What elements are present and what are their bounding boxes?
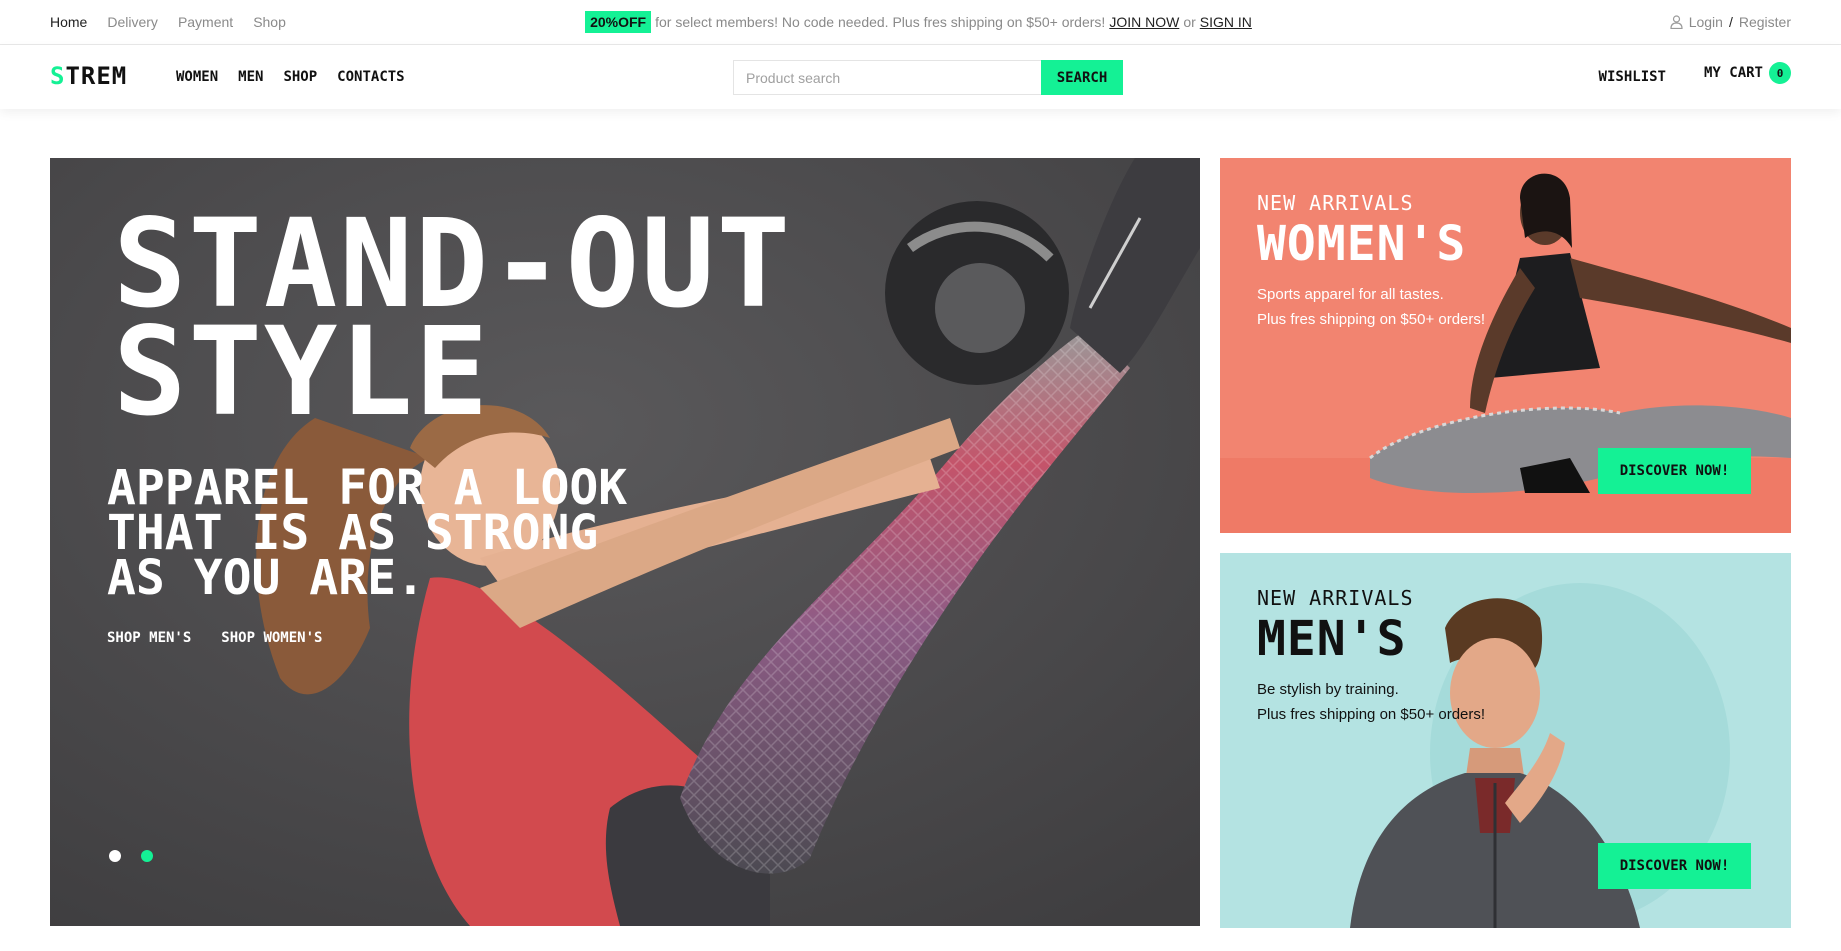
login-link[interactable]: Login xyxy=(1689,14,1723,30)
account-links: Login / Register xyxy=(1670,0,1791,44)
womens-banner: NEW ARRIVALS WOMEN'S Sports apparel for … xyxy=(1220,158,1791,533)
mens-description: Be stylish by training. Plus fres shippi… xyxy=(1257,677,1485,727)
logo-accent-letter: S xyxy=(50,62,66,90)
womens-title: WOMEN'S xyxy=(1257,216,1467,272)
promo-banner: 20%OFF for select members! No code neede… xyxy=(0,0,1841,44)
hero-subheadline: APPAREL FOR A LOOK THAT IS AS STRONG AS … xyxy=(107,464,707,606)
header-actions: WISHLIST MY CART 0 xyxy=(1599,45,1791,109)
product-search: SEARCH xyxy=(733,60,1123,95)
cart-link[interactable]: MY CART 0 xyxy=(1704,62,1791,84)
account-separator: / xyxy=(1728,14,1733,30)
sign-in-link[interactable]: SIGN IN xyxy=(1200,14,1252,30)
site-logo[interactable]: STREM xyxy=(50,62,127,90)
hero-slider: STAND-OUT STYLE APPAREL FOR A LOOK THAT … xyxy=(50,158,1200,926)
top-bar: Home Delivery Payment Shop 20%OFF for se… xyxy=(0,0,1841,45)
slider-pagination xyxy=(109,850,153,862)
cart-label: MY CART xyxy=(1703,65,1763,81)
logo-text: TREM xyxy=(65,62,128,90)
cart-count-badge: 0 xyxy=(1769,62,1791,84)
search-button[interactable]: SEARCH xyxy=(1041,60,1123,95)
nav-women[interactable]: WOMEN xyxy=(176,69,218,85)
promo-text: for select members! No code needed. Plus… xyxy=(655,14,1106,30)
main-header: STREM WOMEN MEN SHOP CONTACTS SEARCH WIS… xyxy=(0,45,1841,109)
hero-headline: STAND-OUT STYLE xyxy=(113,203,792,433)
nav-shop[interactable]: SHOP xyxy=(283,69,317,85)
mens-title: MEN'S xyxy=(1257,611,1407,667)
hero-sub-line3: AS YOU ARE. xyxy=(107,550,425,606)
hero-links: SHOP MEN'S SHOP WOMEN'S xyxy=(107,630,322,646)
slider-dot-1[interactable] xyxy=(109,850,121,862)
mens-desc-line1: Be stylish by training. xyxy=(1257,681,1399,698)
main-nav: WOMEN MEN SHOP CONTACTS xyxy=(176,45,405,109)
nav-men[interactable]: MEN xyxy=(238,69,263,85)
womens-eyebrow: NEW ARRIVALS xyxy=(1257,191,1414,215)
promo-or-text: or xyxy=(1183,14,1196,30)
nav-contacts[interactable]: CONTACTS xyxy=(337,69,404,85)
join-now-link[interactable]: JOIN NOW xyxy=(1109,14,1179,30)
mens-eyebrow: NEW ARRIVALS xyxy=(1257,586,1414,610)
discount-badge: 20%OFF xyxy=(585,11,652,33)
mens-banner: NEW ARRIVALS MEN'S Be stylish by trainin… xyxy=(1220,553,1791,928)
womens-desc-line1: Sports apparel for all tastes. xyxy=(1257,286,1444,303)
register-link[interactable]: Register xyxy=(1739,14,1791,30)
shop-mens-link[interactable]: SHOP MEN'S xyxy=(107,630,191,646)
mens-desc-line2: Plus fres shipping on $50+ orders! xyxy=(1257,706,1486,723)
user-icon xyxy=(1670,15,1683,29)
womens-discover-button[interactable]: DISCOVER NOW! xyxy=(1598,448,1751,494)
womens-description: Sports apparel for all tastes. Plus fres… xyxy=(1257,282,1485,332)
slider-dot-2[interactable] xyxy=(141,850,153,862)
womens-desc-line2: Plus fres shipping on $50+ orders! xyxy=(1257,311,1486,328)
search-input[interactable] xyxy=(733,60,1041,95)
wishlist-link[interactable]: WISHLIST xyxy=(1599,69,1666,85)
mens-discover-button[interactable]: DISCOVER NOW! xyxy=(1598,843,1751,889)
shop-womens-link[interactable]: SHOP WOMEN'S xyxy=(221,630,322,646)
